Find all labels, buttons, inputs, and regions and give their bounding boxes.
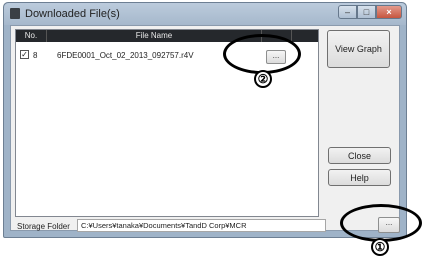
- window-title: Downloaded File(s): [25, 8, 120, 20]
- callout-ellipse-2: [223, 34, 301, 74]
- downloaded-files-window: Downloaded File(s) – □ × No. File Name ✓…: [3, 2, 407, 238]
- storage-folder-label: Storage Folder: [17, 222, 70, 231]
- column-header-blank: [292, 30, 316, 42]
- row-file-name: 6FDE0001_Oct_02_2013_092757.r4V: [57, 51, 194, 60]
- storage-folder-path-field[interactable]: C:¥Users¥tanaka¥Documents¥TandD Corp¥MCR: [77, 219, 326, 232]
- window-controls: – □ ×: [338, 5, 402, 19]
- callout-ellipse-1: [340, 204, 422, 242]
- row-checkbox[interactable]: ✓: [20, 50, 29, 59]
- help-button[interactable]: Help: [328, 169, 391, 186]
- window-client-area: No. File Name ✓ 8 6FDE0001_Oct_02_2013_0…: [10, 25, 400, 233]
- title-bar[interactable]: Downloaded File(s) – □ ×: [4, 3, 406, 25]
- minimize-button[interactable]: –: [338, 5, 357, 19]
- callout-marker-1: ①: [371, 238, 389, 256]
- column-header-file-name[interactable]: File Name: [47, 30, 262, 42]
- callout-marker-2: ②: [254, 70, 272, 88]
- maximize-button[interactable]: □: [357, 5, 376, 19]
- view-graph-button[interactable]: View Graph: [327, 30, 390, 68]
- window-close-button[interactable]: ×: [376, 5, 402, 19]
- close-button[interactable]: Close: [328, 147, 391, 164]
- column-header-no[interactable]: No.: [16, 30, 47, 42]
- row-number: 8: [33, 51, 38, 60]
- window-app-icon: [10, 8, 20, 19]
